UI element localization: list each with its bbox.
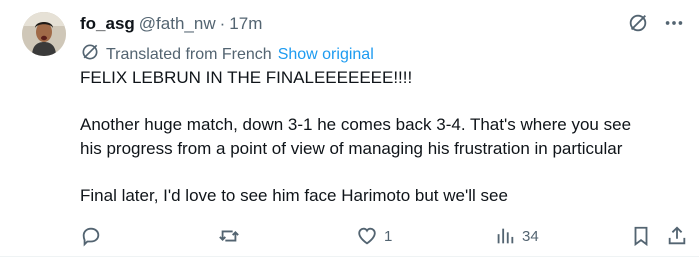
more-icon[interactable] <box>663 12 685 34</box>
post-time[interactable]: 17m <box>229 14 262 34</box>
post-card[interactable]: fo_asg @fath_nw · 17m Translated from Fr… <box>0 0 699 257</box>
translation-bar: Translated from French Show original <box>80 42 374 68</box>
display-name[interactable]: fo_asg <box>80 14 135 34</box>
bookmark-button[interactable] <box>630 224 652 248</box>
views-icon <box>497 228 514 244</box>
bookmark-icon <box>634 226 648 247</box>
translate-icon <box>80 42 100 68</box>
post-text: FELIX LEBRUN IN THE FINALEEEEEEE!!!! Ano… <box>80 66 680 207</box>
repost-icon <box>219 230 239 242</box>
reply-button[interactable] <box>80 224 108 248</box>
views-count: 34 <box>522 227 539 245</box>
post-text-line: FELIX LEBRUN IN THE FINALEEEEEEE!!!! <box>80 68 413 87</box>
avatar[interactable] <box>22 12 66 56</box>
share-icon <box>668 226 686 245</box>
share-button[interactable] <box>666 224 688 248</box>
views-button[interactable]: 34 <box>494 224 539 248</box>
header-actions <box>627 12 685 34</box>
post-text-line: Another huge match, down 3-1 he comes ba… <box>80 115 632 134</box>
grok-icon[interactable] <box>627 12 649 34</box>
post-text-line: Final later, I'd love to see him face Ha… <box>80 185 508 205</box>
like-count: 1 <box>384 227 393 245</box>
post-text-line: his progress from a point of view of man… <box>80 138 623 158</box>
show-original-link[interactable]: Show original <box>278 45 374 65</box>
action-bar: 1 34 <box>80 224 693 248</box>
user-handle[interactable]: @fath_nw <box>139 14 216 34</box>
repost-button[interactable] <box>218 224 246 248</box>
separator-dot: · <box>219 14 226 33</box>
avatar-image <box>22 12 66 56</box>
post-header: fo_asg @fath_nw · 17m <box>80 14 262 34</box>
reply-icon <box>82 227 100 247</box>
translated-label: Translated from French <box>106 46 272 63</box>
heart-icon <box>358 227 376 245</box>
like-button[interactable]: 1 <box>356 224 392 248</box>
